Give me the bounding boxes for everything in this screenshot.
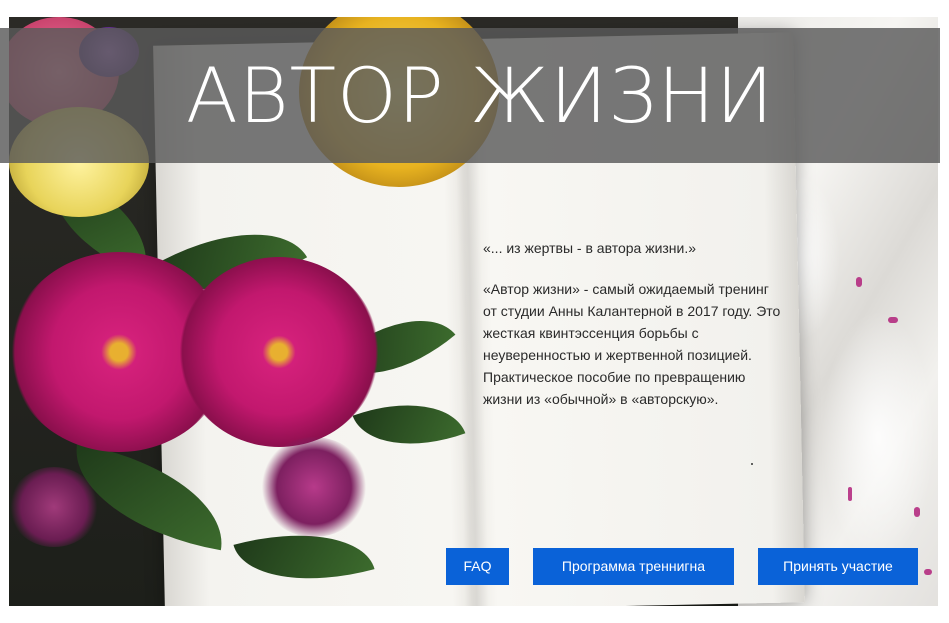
- purple-thistle: [259, 437, 369, 537]
- magenta-daisy: [179, 257, 379, 447]
- fabric-pattern: [924, 569, 932, 575]
- page-title: АВТОР ЖИЗНИ: [185, 51, 775, 140]
- fabric-pattern: [848, 487, 852, 501]
- program-button[interactable]: Программа треннигна: [533, 548, 734, 585]
- join-button[interactable]: Принять участие: [758, 548, 918, 585]
- purple-thistle: [9, 467, 99, 547]
- hero-quote: «... из жертвы - в автора жизни.»: [483, 240, 697, 256]
- fabric-pattern: [888, 317, 898, 323]
- faq-button[interactable]: FAQ: [446, 548, 509, 585]
- hero-description: «Автор жизни» - самый ожидаемый тренинг …: [483, 281, 781, 407]
- fabric-pattern: [914, 507, 920, 517]
- page-speck: [751, 463, 753, 465]
- fabric-pattern: [856, 277, 862, 287]
